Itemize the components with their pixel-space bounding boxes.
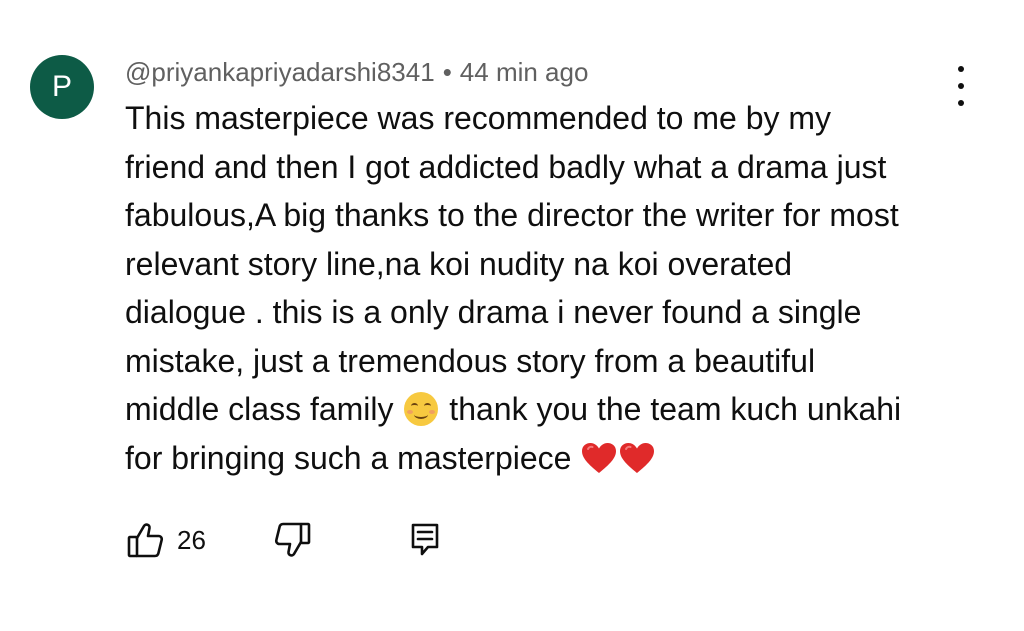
comment-line-part: middle class family — [125, 391, 394, 427]
comment-line-with-emoji: for bringing such a masterpiece — [125, 434, 985, 483]
comment-timestamp[interactable]: 44 min ago — [460, 57, 589, 87]
meta-separator: • — [442, 57, 452, 87]
comment-line-part: for bringing such a masterpiece — [125, 439, 572, 476]
reply-comment-icon — [411, 523, 439, 556]
comment-line-part: thank you the team kuch unkahi — [449, 391, 902, 427]
red-heart-emoji-icon — [620, 442, 655, 473]
dislike-button[interactable] — [273, 518, 313, 562]
author-handle[interactable]: @priyankapriyadarshi8341 — [125, 57, 435, 87]
smiling-face-emoji-icon — [404, 392, 439, 426]
comment-actions: 26 — [125, 518, 525, 562]
comment-line: friend and then I got addicted badly wha… — [125, 148, 887, 185]
red-heart-emoji-icon — [582, 442, 617, 473]
like-button[interactable]: 26 — [125, 518, 206, 562]
like-count: 26 — [177, 524, 206, 555]
comment-line: relevant story line,na koi nudity na koi… — [125, 245, 793, 282]
comment-line: This masterpiece was recommended to me b… — [125, 100, 832, 136]
comment-line: dialogue . this is a only drama i never … — [125, 294, 862, 330]
more-vertical-icon-dot-1 — [958, 66, 964, 72]
comment-text: This masterpiece was recommended to me b… — [125, 94, 985, 482]
reply-button[interactable] — [408, 518, 442, 562]
thumbs-up-icon — [127, 523, 164, 558]
thumbs-down-icon — [274, 522, 311, 557]
comment-header: @priyankapriyadarshi8341 • 44 min ago — [125, 56, 588, 88]
comment-line: mistake, just a tremendous story from a … — [125, 342, 816, 379]
more-vertical-icon-dot-2 — [958, 83, 964, 89]
avatar[interactable]: P — [30, 55, 94, 119]
avatar-letter: P — [51, 70, 72, 103]
comment-line: fabulous,A big thanks to the director th… — [125, 197, 899, 233]
comment-item: P @priyankapriyadarshi8341 • 44 min ago Th… — [0, 0, 1024, 631]
comment-line-with-emoji: middle class family thank you the team k… — [125, 385, 985, 434]
